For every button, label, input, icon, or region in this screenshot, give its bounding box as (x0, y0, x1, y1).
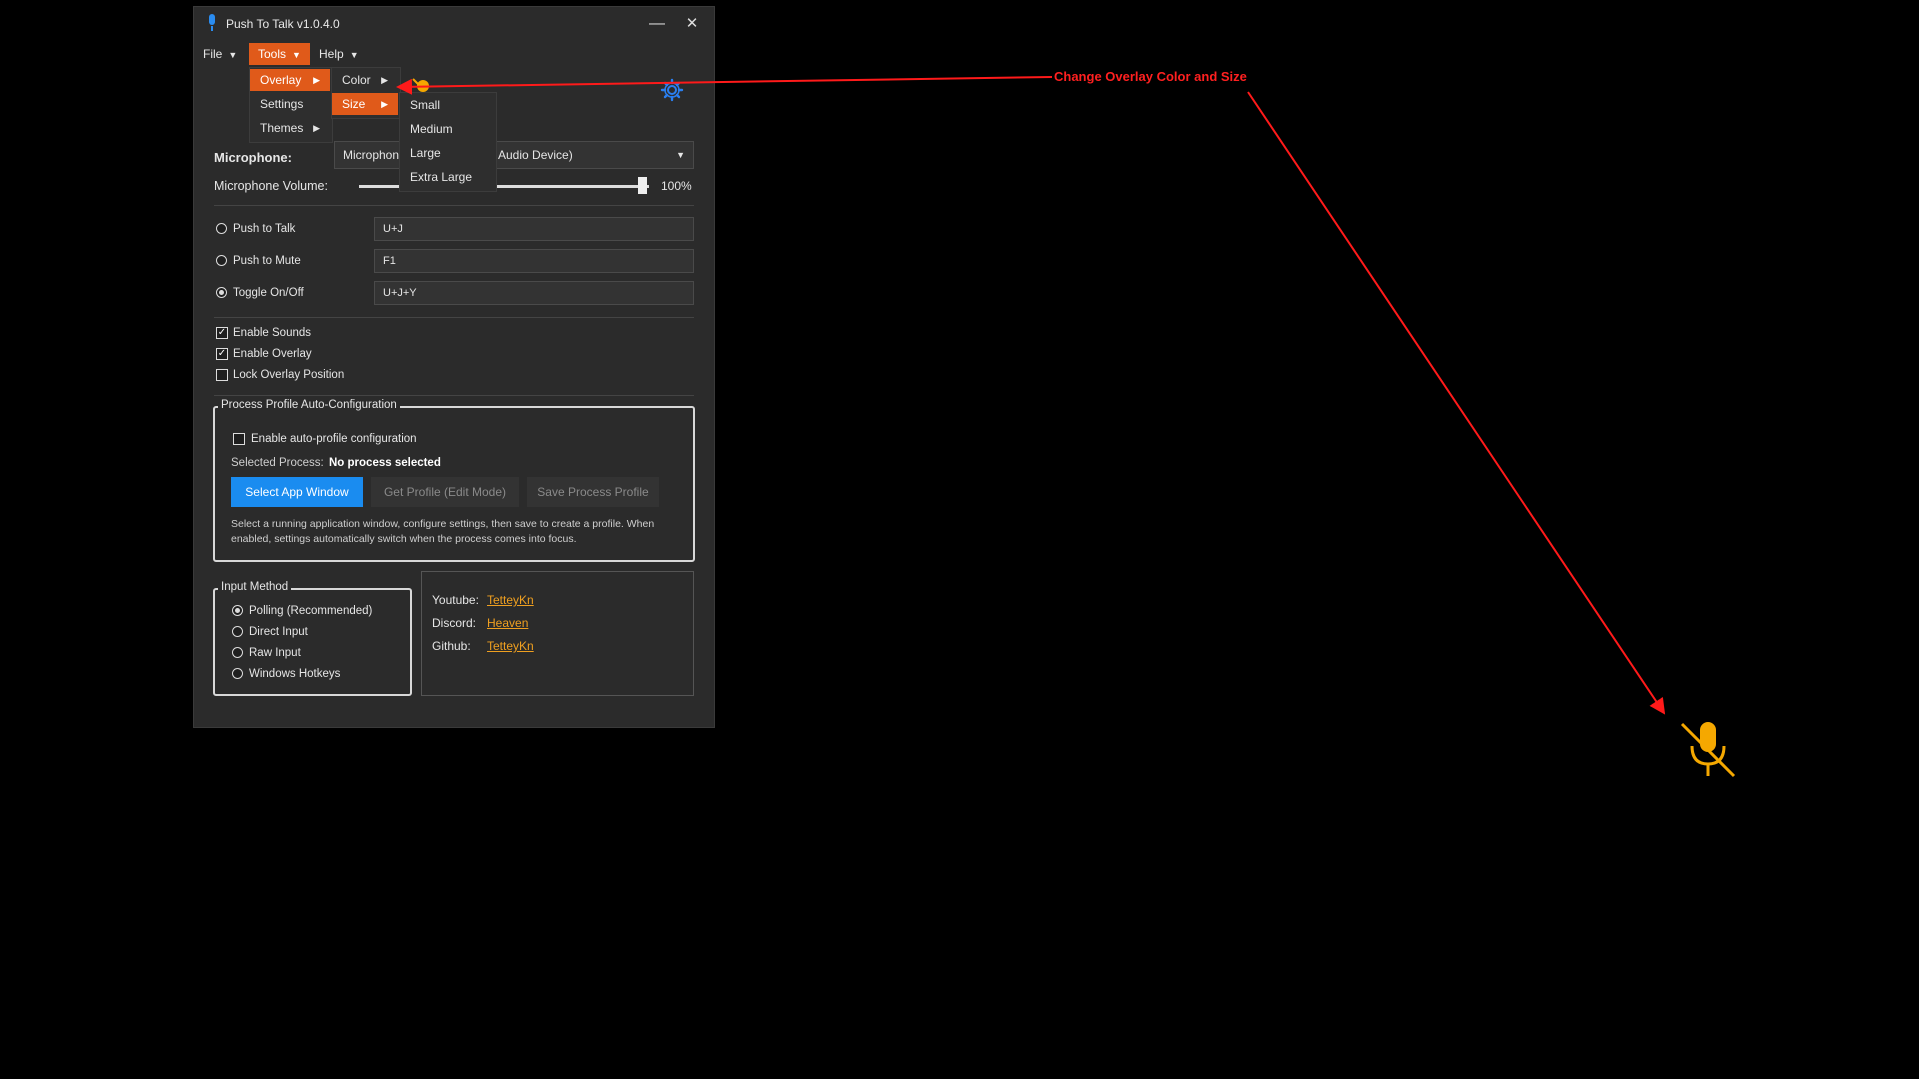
annotation-label: Change Overlay Color and Size (1054, 69, 1247, 84)
annotation-arrows (396, 76, 1666, 715)
annotation-arrow-to-overlay (1247, 91, 1666, 715)
annotation-arrow-to-menu (396, 76, 1053, 95)
overlay-muted-mic-icon[interactable] (1676, 718, 1740, 787)
